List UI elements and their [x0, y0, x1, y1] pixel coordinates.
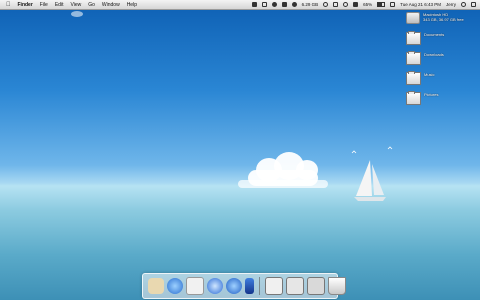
cloud-icon[interactable]	[291, 2, 297, 7]
menu-bar:  Finder File Edit View Go Window Help 6…	[0, 0, 480, 10]
menu-file[interactable]: File	[40, 2, 48, 8]
wifi-icon[interactable]	[343, 2, 349, 7]
status-app-icon[interactable]	[251, 2, 257, 7]
menu-window[interactable]: Window	[102, 2, 120, 8]
folder-icon[interactable]	[406, 91, 421, 105]
desktop-item-label: Pictures	[424, 92, 439, 97]
desktop-item-sublabel: 343 GB, 36.97 GB free	[423, 17, 464, 22]
menu-clock[interactable]: Tue Aug 21 6:43 PM	[400, 2, 441, 7]
spotlight-icon[interactable]	[461, 2, 466, 7]
birds-image	[351, 146, 393, 154]
hard-drive-icon[interactable]	[406, 12, 420, 24]
bluetooth-icon[interactable]	[333, 2, 339, 7]
documents-stack-icon[interactable]	[286, 277, 304, 295]
app-menu-finder[interactable]: Finder	[18, 2, 33, 8]
downloads-stack-icon[interactable]	[265, 277, 283, 295]
wallpaper-cloud	[238, 150, 328, 190]
shield-icon[interactable]	[281, 2, 287, 7]
applications-stack-icon[interactable]	[307, 277, 325, 295]
desktop-item-label: Music	[424, 72, 435, 77]
desktop-item-label: Documents	[424, 32, 445, 37]
music-icon[interactable]	[226, 278, 242, 294]
desktop-item-pictures[interactable]: Pictures	[406, 91, 466, 112]
time-machine-icon[interactable]	[323, 2, 329, 7]
battery-icon[interactable]	[377, 2, 386, 7]
itunes-icon[interactable]	[207, 278, 223, 294]
apple-menu-icon[interactable]: 	[6, 2, 11, 8]
disk-space-readout[interactable]: 6.29 GB	[302, 2, 319, 7]
notification-center-icon[interactable]	[471, 2, 476, 7]
safari-icon[interactable]	[167, 278, 183, 294]
folder-icon[interactable]	[406, 31, 421, 45]
menu-help[interactable]: Help	[127, 2, 137, 8]
mail-icon[interactable]	[186, 277, 204, 295]
xcode-icon[interactable]	[245, 278, 254, 294]
finder-icon[interactable]	[148, 278, 164, 294]
desktop-icons: Macintosh HD 343 GB, 36.97 GB free Docum…	[406, 12, 466, 112]
user-menu[interactable]: Jerry	[446, 2, 456, 7]
menu-edit[interactable]: Edit	[55, 2, 64, 8]
dock	[142, 273, 346, 299]
dock-separator	[259, 277, 260, 295]
status-app2-icon[interactable]	[261, 2, 267, 7]
desktop-item-music[interactable]: Music	[406, 71, 466, 92]
menu-go[interactable]: Go	[88, 2, 95, 8]
volume-icon[interactable]	[353, 2, 359, 7]
menu-view[interactable]: View	[70, 2, 81, 8]
battery-percentage[interactable]: 65%	[363, 2, 372, 7]
desktop-item-documents[interactable]: Documents	[406, 31, 466, 52]
desktop-item-downloads[interactable]: Downloads	[406, 51, 466, 72]
trash-icon[interactable]	[328, 277, 346, 295]
status-app3-icon[interactable]	[271, 2, 277, 7]
folder-icon[interactable]	[406, 71, 421, 85]
folder-icon[interactable]	[406, 51, 421, 65]
input-menu-icon[interactable]	[390, 2, 396, 7]
moon-icon	[71, 11, 83, 17]
desktop-item-macintosh-hd[interactable]: Macintosh HD 343 GB, 36.97 GB free	[406, 12, 466, 32]
sailboat-image	[354, 160, 386, 201]
desktop-item-label: Downloads	[424, 52, 444, 57]
